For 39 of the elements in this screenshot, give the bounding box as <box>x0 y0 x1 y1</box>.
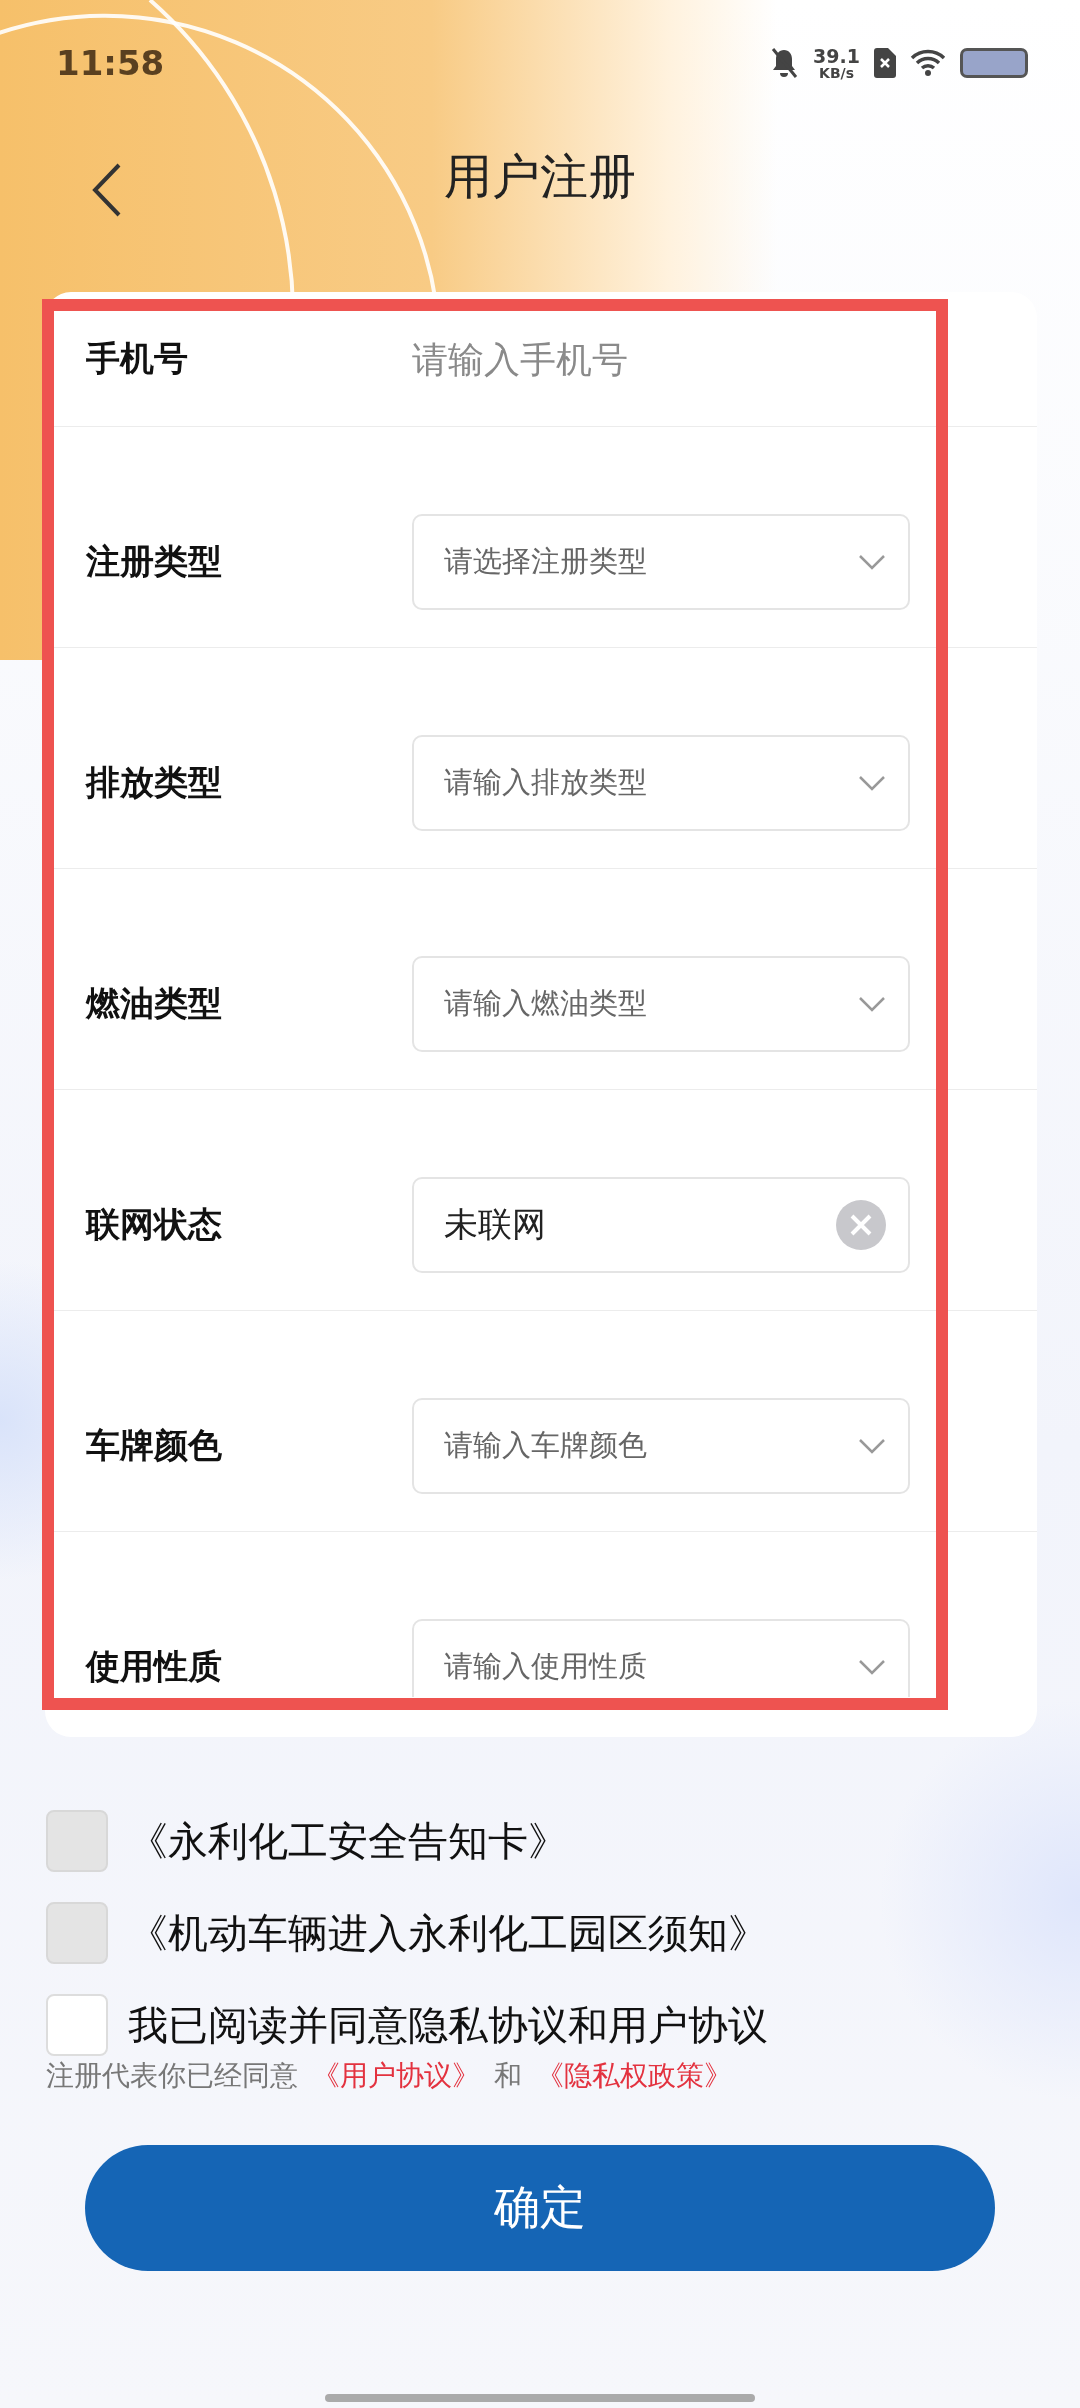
network-speed-unit: KB/s <box>819 65 855 80</box>
field-label: 联网状态 <box>86 1202 223 1246</box>
chevron-down-icon <box>858 553 886 570</box>
field-label: 使用性质 <box>86 1644 223 1688</box>
select-field[interactable]: 请选择注册类型 <box>412 513 910 610</box>
chevron-down-icon <box>858 1658 886 1675</box>
field-label: 燃油类型 <box>86 981 223 1025</box>
checkbox[interactable] <box>46 1994 108 2056</box>
field-label: 注册类型 <box>86 539 223 583</box>
bell-off-icon <box>769 47 800 79</box>
field-label: 排放类型 <box>86 760 223 804</box>
back-icon[interactable] <box>92 163 122 217</box>
field-label: 车牌颜色 <box>86 1423 223 1467</box>
select-field[interactable]: 请输入使用性质 <box>412 1618 910 1697</box>
sim-error-icon <box>874 48 896 78</box>
status-time: 11:58 <box>56 43 165 83</box>
select-field[interactable]: 请输入燃油类型 <box>412 955 910 1052</box>
field-label: 手机号 <box>86 337 189 380</box>
wifi-icon <box>910 49 946 77</box>
battery-icon <box>960 48 1028 78</box>
phone-input[interactable]: 请输入手机号 <box>412 338 872 380</box>
select-field[interactable]: 请输入车牌颜色 <box>412 1397 910 1494</box>
clear-icon[interactable] <box>836 1199 886 1250</box>
network-speed: 39.1 <box>813 46 860 66</box>
chevron-down-icon <box>858 1437 886 1454</box>
privacy-policy-link[interactable]: 《隐私权政策》 <box>536 2057 732 2095</box>
page-title: 用户注册 <box>444 147 636 206</box>
select-field[interactable]: 请输入排放类型 <box>412 734 910 831</box>
agreement-label: 《机动车辆进入永利化工园区须知》 <box>128 1908 768 1958</box>
input-field[interactable]: 未联网 <box>412 1176 910 1273</box>
user-agreement-link[interactable]: 《用户协议》 <box>312 2057 480 2095</box>
chevron-down-icon <box>858 774 886 791</box>
agreement-label: 《永利化工安全告知卡》 <box>128 1816 568 1866</box>
notice-text: 注册代表你已经同意 <box>46 2058 298 2094</box>
home-indicator[interactable] <box>325 2394 755 2402</box>
chevron-down-icon <box>858 995 886 1012</box>
confirm-button[interactable]: 确定 <box>85 2145 995 2271</box>
agreement-label: 我已阅读并同意隐私协议和用户协议 <box>128 2000 768 2050</box>
notice-joiner: 和 <box>494 2058 522 2094</box>
